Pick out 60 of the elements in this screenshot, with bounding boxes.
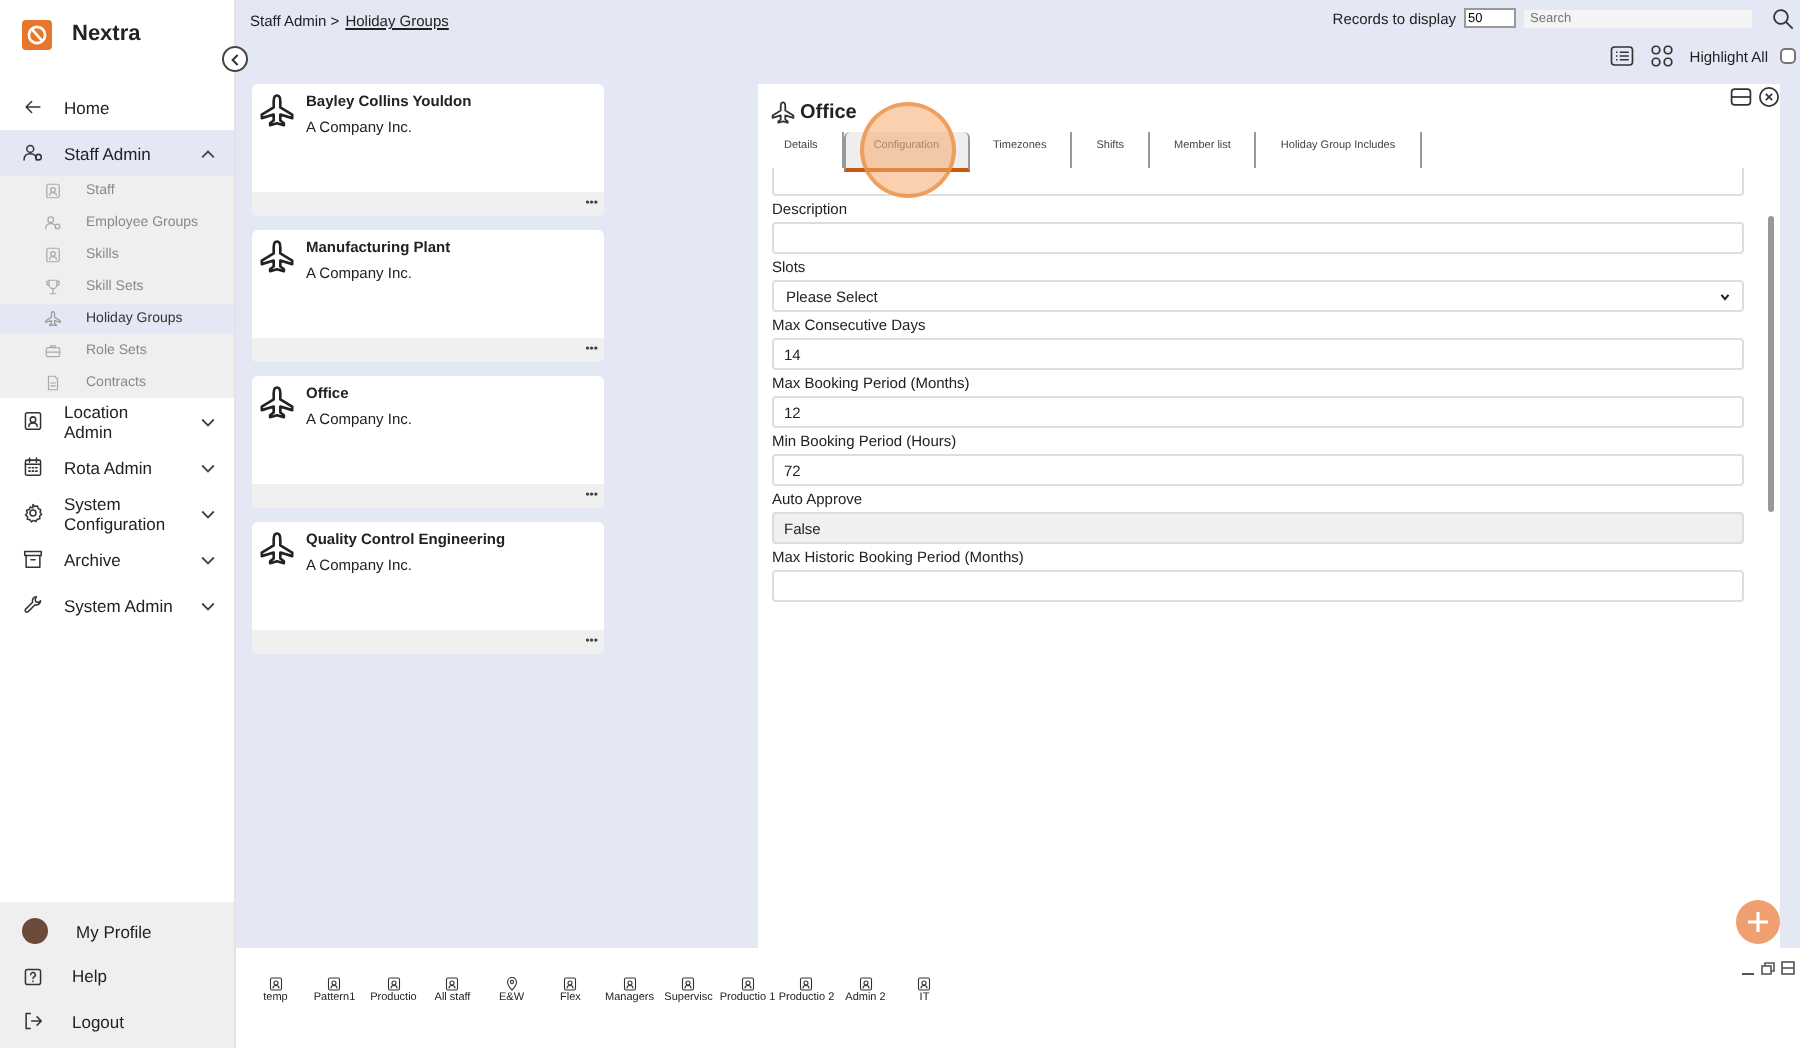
avatar-icon (22, 918, 48, 945)
close-icon[interactable] (1758, 86, 1780, 108)
menu-item[interactable]: My Profile (0, 909, 234, 954)
nav-item[interactable]: Staff Admin (0, 130, 234, 176)
plus-icon (1742, 906, 1774, 938)
wrench-icon (22, 594, 44, 617)
help-icon (22, 965, 44, 988)
briefcase-icon (44, 341, 62, 360)
app-name: Nextra (72, 22, 141, 46)
input-field[interactable] (772, 222, 1744, 254)
grid-view-icon[interactable] (1649, 44, 1674, 68)
nav-item[interactable]: Archive (0, 536, 234, 583)
person-badge-icon (798, 976, 815, 992)
person-badge-icon (739, 976, 756, 992)
person-badge-icon (44, 182, 62, 201)
airplane-icon (258, 238, 296, 276)
airplane-icon (258, 384, 296, 422)
airplane-icon (770, 99, 796, 125)
people-icon (22, 142, 44, 164)
input-field[interactable] (772, 168, 1744, 196)
nav-item[interactable]: Location Admin (0, 398, 234, 445)
person-badge-icon (916, 976, 933, 992)
list-view-icon[interactable] (1609, 44, 1634, 68)
collapse-button[interactable] (222, 46, 248, 72)
person-badge-icon (857, 976, 874, 992)
gear-icon (22, 502, 44, 525)
logout-icon (22, 1010, 44, 1033)
back-arrow-icon (22, 96, 44, 118)
panel-layout-icon[interactable] (1730, 86, 1752, 108)
location-pin-icon (503, 976, 520, 992)
trophy-icon (44, 278, 62, 297)
input-field[interactable] (772, 570, 1744, 602)
panel-title: Office (800, 101, 857, 123)
document-icon (44, 373, 62, 392)
person-badge-icon (326, 976, 343, 992)
nav-item[interactable]: System Admin (0, 582, 234, 629)
person-badge-icon (621, 976, 638, 992)
airplane-icon (44, 310, 62, 328)
logo-icon (22, 19, 52, 49)
airplane-icon (258, 92, 296, 130)
person-badge-icon (267, 976, 284, 992)
person-badge-icon (385, 976, 402, 992)
menu-item[interactable]: Logout (0, 999, 234, 1044)
people-icon (44, 214, 62, 233)
chevron-down-icon (1718, 289, 1732, 303)
person-badge-icon (680, 976, 697, 992)
nav-item[interactable]: System Configuration (0, 490, 234, 537)
archive-box-icon (22, 548, 44, 571)
person-badge-icon (562, 976, 579, 992)
highlight-all-checkbox[interactable] (1780, 48, 1796, 64)
person-badge-icon (44, 246, 62, 265)
search-icon[interactable] (1772, 7, 1794, 29)
airplane-icon (258, 530, 296, 568)
calendar-icon (22, 456, 44, 479)
person-badge-icon (22, 410, 44, 433)
click-highlight (859, 102, 955, 198)
nav-item[interactable]: Rota Admin (0, 444, 234, 491)
menu-item[interactable]: Help (0, 954, 234, 999)
nav-item[interactable]: Home (0, 84, 234, 130)
person-badge-icon (444, 976, 461, 992)
